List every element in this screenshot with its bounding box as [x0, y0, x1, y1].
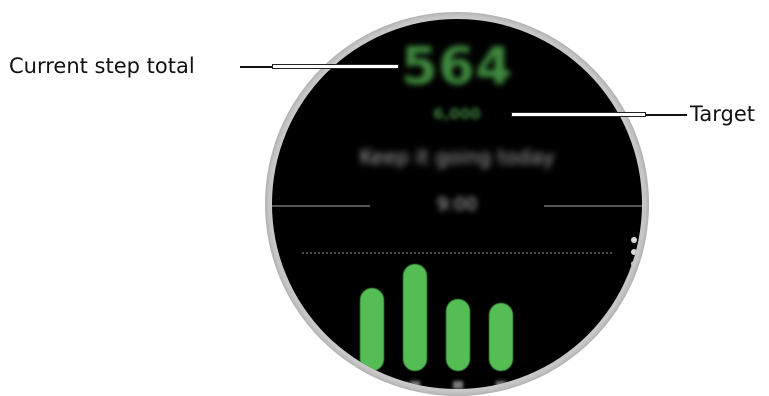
step-count: 564	[401, 37, 513, 97]
watch-screen: 564 6,000 Keep it going today 9:00	[272, 19, 642, 389]
more-vertical-icon[interactable]	[630, 237, 638, 277]
divider-right	[544, 205, 642, 207]
callout-current-step-total: Current step total	[9, 54, 195, 78]
status-text: Keep it going today	[359, 145, 555, 169]
step-bar	[446, 299, 470, 371]
leader-line-current-inner	[273, 65, 398, 68]
step-bar	[403, 264, 427, 371]
leader-line-target-inner	[512, 113, 645, 116]
watch-bezel: 564 6,000 Keep it going today 9:00	[265, 12, 649, 396]
step-bar	[360, 288, 384, 371]
divider-left	[272, 205, 370, 207]
period-label: 9:00	[436, 194, 478, 215]
leader-line-current	[240, 66, 273, 68]
leader-line-target	[645, 114, 687, 116]
step-bar	[489, 303, 513, 371]
step-target: 6,000	[433, 105, 481, 123]
target-dotted-line	[302, 252, 612, 254]
callout-target: Target	[690, 102, 755, 126]
